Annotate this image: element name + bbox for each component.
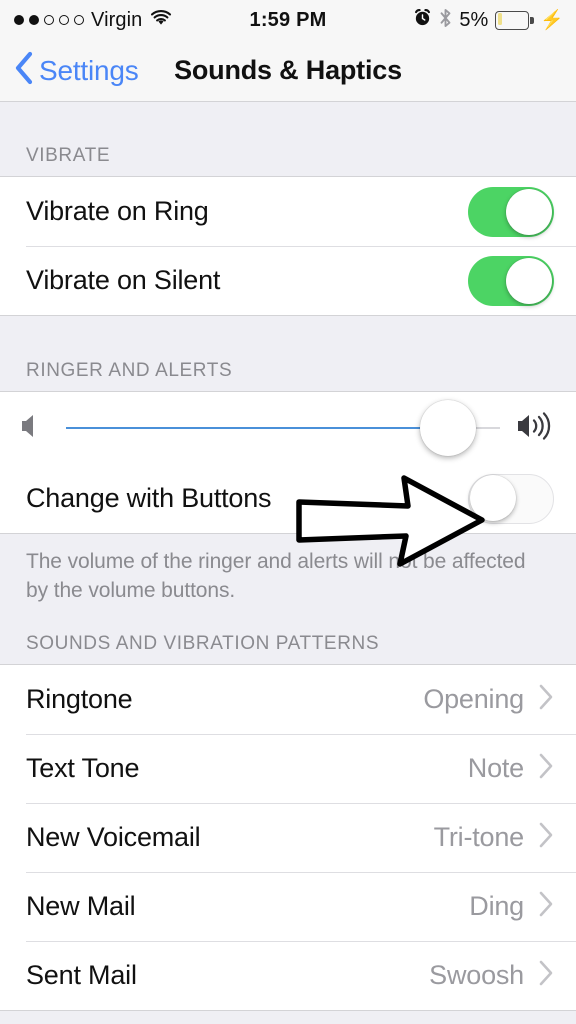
lightning-bolt-icon: ⚡ bbox=[540, 9, 564, 31]
bluetooth-icon bbox=[439, 8, 452, 33]
footer-note-ringer: The volume of the ringer and alerts will… bbox=[0, 534, 576, 622]
toggle-vibrate-on-silent[interactable] bbox=[468, 255, 554, 306]
section-header-patterns: SOUNDS AND VIBRATION PATTERNS bbox=[0, 622, 576, 664]
group-ringer: Change with Buttons bbox=[0, 391, 576, 534]
row-label: Vibrate on Silent bbox=[26, 265, 221, 295]
row-label: New Voicemail bbox=[26, 822, 201, 852]
chevron-right-icon bbox=[538, 890, 554, 923]
row-label: Text Tone bbox=[26, 753, 140, 783]
iphone-settings-screen: Virgin 1:59 PM 5% ⚡ Settings Sounds & Ha… bbox=[0, 0, 576, 1024]
row-value: Tri-tone bbox=[433, 822, 525, 852]
alarm-clock-icon bbox=[413, 8, 432, 32]
slider-thumb[interactable] bbox=[419, 400, 476, 456]
row-change-with-buttons[interactable]: Change with Buttons bbox=[0, 464, 576, 533]
row-value: Swoosh bbox=[429, 960, 524, 990]
toggle-vibrate-on-ring[interactable] bbox=[468, 186, 554, 237]
row-new-mail[interactable]: New Mail Ding bbox=[0, 872, 576, 941]
speaker-high-icon bbox=[516, 409, 556, 448]
group-vibrate: Vibrate on Ring Vibrate on Silent bbox=[0, 176, 576, 316]
battery-percent-label: 5% bbox=[459, 8, 489, 31]
speaker-low-icon bbox=[20, 409, 50, 448]
row-ringer-volume bbox=[0, 392, 576, 464]
page-title: Sounds & Haptics bbox=[174, 55, 402, 85]
chevron-right-icon bbox=[538, 683, 554, 716]
row-value: Opening bbox=[423, 684, 524, 714]
row-value: Note bbox=[467, 753, 524, 783]
section-header-vibrate: VIBRATE bbox=[0, 130, 576, 176]
spacer-ringer bbox=[0, 316, 576, 345]
status-bar: Virgin 1:59 PM 5% ⚡ bbox=[0, 0, 576, 40]
slider-fill bbox=[66, 427, 448, 429]
status-bar-right: 5% ⚡ bbox=[413, 8, 564, 33]
row-text-tone[interactable]: Text Tone Note bbox=[0, 734, 576, 803]
ringer-volume-slider[interactable] bbox=[66, 400, 500, 456]
row-ringtone[interactable]: Ringtone Opening bbox=[0, 665, 576, 734]
row-sent-mail[interactable]: Sent Mail Swoosh bbox=[0, 941, 576, 1010]
row-vibrate-on-silent[interactable]: Vibrate on Silent bbox=[0, 246, 576, 315]
chevron-right-icon bbox=[538, 959, 554, 992]
row-new-voicemail[interactable]: New Voicemail Tri-tone bbox=[0, 803, 576, 872]
toggle-change-with-buttons[interactable] bbox=[468, 473, 554, 524]
row-value: Ding bbox=[469, 891, 524, 921]
row-label: Ringtone bbox=[26, 684, 133, 714]
row-label: Vibrate on Ring bbox=[26, 196, 209, 226]
section-header-ringer: RINGER AND ALERTS bbox=[0, 345, 576, 391]
spacer-top bbox=[0, 102, 576, 130]
battery-icon bbox=[495, 10, 534, 30]
row-label: Sent Mail bbox=[26, 960, 137, 990]
row-label: New Mail bbox=[26, 891, 136, 921]
navigation-bar: Settings Sounds & Haptics bbox=[0, 40, 576, 102]
row-label: Change with Buttons bbox=[26, 483, 272, 513]
chevron-right-icon bbox=[538, 821, 554, 854]
row-vibrate-on-ring[interactable]: Vibrate on Ring bbox=[0, 177, 576, 246]
group-patterns: Ringtone Opening Text Tone Note New Voic… bbox=[0, 664, 576, 1011]
chevron-right-icon bbox=[538, 752, 554, 785]
